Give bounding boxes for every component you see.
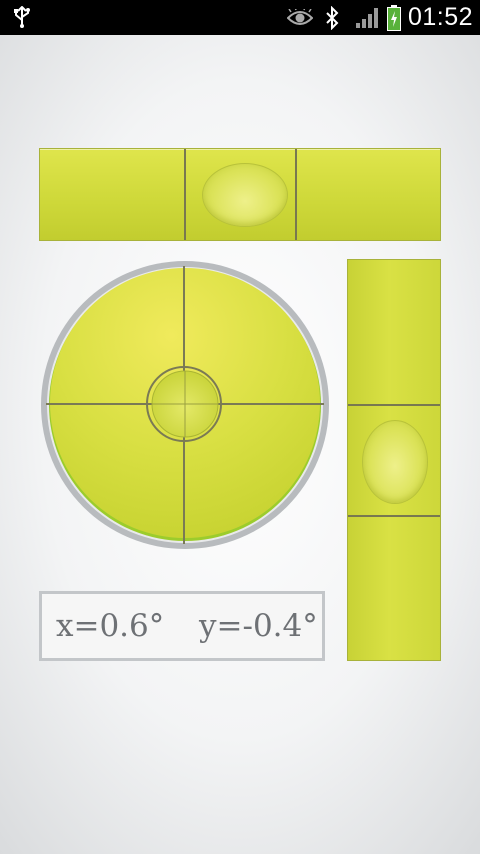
usb-icon bbox=[14, 6, 30, 28]
horizontal-right-marker bbox=[295, 149, 297, 240]
y-angle-value: y=-0.4° bbox=[199, 608, 318, 644]
x-angle-value: x=0.6° bbox=[56, 608, 165, 644]
vertical-top-marker bbox=[348, 404, 440, 406]
bluetooth-icon bbox=[326, 6, 339, 30]
vertical-bubble bbox=[362, 420, 428, 504]
circular-level bbox=[41, 261, 329, 549]
horizontal-level-tube bbox=[39, 148, 441, 241]
status-time: 01:52 bbox=[408, 3, 474, 31]
angle-readout: x=0.6° y=-0.4° bbox=[39, 591, 325, 661]
vertical-level-tube bbox=[347, 259, 441, 661]
vertical-bottom-marker bbox=[348, 515, 440, 517]
horizontal-left-marker bbox=[184, 149, 186, 240]
eye-icon bbox=[287, 9, 313, 25]
signal-icon bbox=[356, 8, 378, 28]
battery-charging-icon bbox=[387, 5, 401, 31]
status-bar: 01:52 bbox=[0, 0, 480, 35]
horizontal-bubble bbox=[202, 163, 288, 227]
